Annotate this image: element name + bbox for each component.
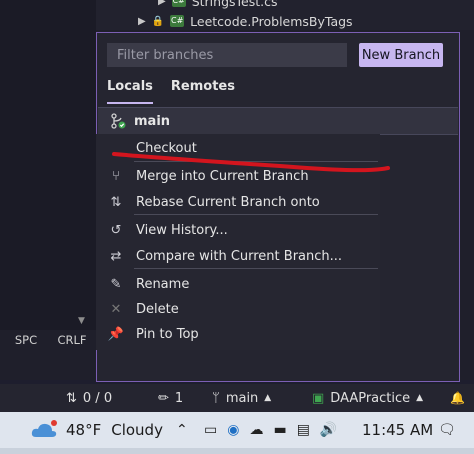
menu-item-compare[interactable]: ⇄ Compare with Current Branch... xyxy=(96,244,380,268)
pending-changes-count: 1 xyxy=(174,390,184,406)
menu-item-rename[interactable]: ✎ Rename xyxy=(96,272,380,296)
repository-label: DAAPractice xyxy=(330,390,411,406)
tree-row-label: Leetcode.ProblemsByTags xyxy=(190,13,353,29)
menu-item-rebase[interactable]: ⇅ Rebase Current Branch onto xyxy=(96,190,380,214)
weather-condition: Cloudy xyxy=(111,421,163,439)
sync-count: 0 / 0 xyxy=(82,390,113,406)
branch-icon xyxy=(111,113,126,129)
red-underline-annotation xyxy=(112,152,390,173)
repository-icon: ▣ xyxy=(312,390,325,406)
notifications-button[interactable]: 🔔 xyxy=(450,384,465,412)
notification-center-icon: 🗨 xyxy=(438,422,456,438)
branch-tabs: Locals Remotes xyxy=(107,79,235,104)
sync-status[interactable]: ⇅ 0 / 0 xyxy=(66,384,112,412)
repository-selector[interactable]: ▣ DAAPractice ▲ xyxy=(312,384,423,412)
menu-item-label: Rename xyxy=(136,276,190,292)
menu-divider xyxy=(134,214,378,215)
branch-icon: ᛘ xyxy=(212,390,220,406)
compare-icon: ⇄ xyxy=(110,248,122,264)
solution-explorer-strip: ▶ C# StringsTest.cs ▶ 🔒 C# Leetcode.Prob… xyxy=(96,0,474,30)
cloud-icon xyxy=(31,420,57,437)
menu-item-view-history[interactable]: ↺ View History... xyxy=(96,218,380,242)
csharp-file-icon: C# xyxy=(171,0,186,7)
app-tray-icon[interactable]: ◉ xyxy=(227,422,239,438)
tab-remotes[interactable]: Remotes xyxy=(171,79,235,104)
action-center-button[interactable]: 🗨 xyxy=(438,412,456,448)
network-icon[interactable]: ▤ xyxy=(297,422,310,438)
pencil-icon: ✏ xyxy=(158,390,169,406)
menu-item-label: Delete xyxy=(136,301,179,317)
delete-icon: ✕ xyxy=(110,301,122,317)
menu-item-label: Compare with Current Branch... xyxy=(136,248,343,264)
branch-selector[interactable]: ᛘ main ▲ xyxy=(212,384,271,412)
volume-icon[interactable]: 🔊 xyxy=(320,422,337,438)
windows-taskbar: 48°F Cloudy ⌃ ▭ ◉ ☁ ▬ ▤ 🔊 11:45 AM 🗨 xyxy=(0,412,474,448)
sync-arrows-icon: ⇅ xyxy=(66,390,77,406)
meet-now-icon[interactable]: ▭ xyxy=(204,422,217,438)
history-icon: ↺ xyxy=(110,222,122,238)
filter-branches-input[interactable] xyxy=(107,43,347,67)
onedrive-cloud-icon[interactable]: ☁ xyxy=(249,422,263,438)
branch-row-main[interactable]: main xyxy=(98,107,458,135)
rename-icon: ✎ xyxy=(110,276,122,292)
clock-time: 11:45 AM xyxy=(362,421,434,439)
tree-row-label: StringsTest.cs xyxy=(191,0,278,9)
scroll-down-arrow-icon[interactable]: ▼ xyxy=(78,316,85,326)
pending-changes[interactable]: ✏ 1 xyxy=(158,384,183,412)
tree-row-file[interactable]: ▶ C# StringsTest.cs xyxy=(158,0,278,10)
menu-item-label: Pin to Top xyxy=(136,326,199,342)
expand-triangle-icon[interactable]: ▶ xyxy=(158,0,166,7)
menu-item-pin-to-top[interactable]: 📌 Pin to Top xyxy=(96,322,380,346)
menu-item-label: View History... xyxy=(136,222,228,238)
tree-row-project[interactable]: ▶ 🔒 C# Leetcode.ProblemsByTags xyxy=(138,12,353,30)
whitespace-indicator[interactable]: SPC xyxy=(6,333,46,351)
status-bar: ⇅ 0 / 0 ✏ 1 ᛘ main ▲ ▣ DAAPractice ▲ 🔔 xyxy=(0,384,474,412)
chevron-up-icon: ▲ xyxy=(416,393,424,403)
line-ending-indicator[interactable]: CRLF xyxy=(52,333,92,351)
menu-divider xyxy=(134,268,378,269)
new-branch-button[interactable]: New Branch xyxy=(359,43,443,67)
chevron-up-icon: ⌃ xyxy=(176,422,188,438)
csharp-project-icon: C# xyxy=(170,15,185,27)
lock-icon: 🔒 xyxy=(151,15,165,27)
left-editor-pane xyxy=(0,0,96,330)
expand-triangle-icon[interactable]: ▶ xyxy=(138,16,146,27)
battery-icon[interactable]: ▬ xyxy=(273,422,286,438)
pin-icon: 📌 xyxy=(107,326,125,342)
chevron-up-icon: ▲ xyxy=(264,393,272,403)
weather-widget[interactable]: 48°F Cloudy xyxy=(30,412,163,448)
tab-locals[interactable]: Locals xyxy=(107,79,153,104)
menu-item-label: Rebase Current Branch onto xyxy=(136,194,320,210)
clock[interactable]: 11:45 AM xyxy=(362,412,433,448)
show-hidden-icons-button[interactable]: ⌃ xyxy=(176,412,188,448)
tray-icons: ▭ ◉ ☁ ▬ ▤ 🔊 xyxy=(204,412,337,448)
taskbar-bottom-edge xyxy=(0,448,474,454)
branch-name: main xyxy=(134,113,171,129)
branch-selector-label: main xyxy=(225,390,259,406)
bell-icon: 🔔 xyxy=(450,391,465,405)
rebase-icon: ⇅ xyxy=(110,194,122,210)
temperature: 48°F xyxy=(66,421,102,439)
menu-item-delete[interactable]: ✕ Delete xyxy=(96,297,380,321)
